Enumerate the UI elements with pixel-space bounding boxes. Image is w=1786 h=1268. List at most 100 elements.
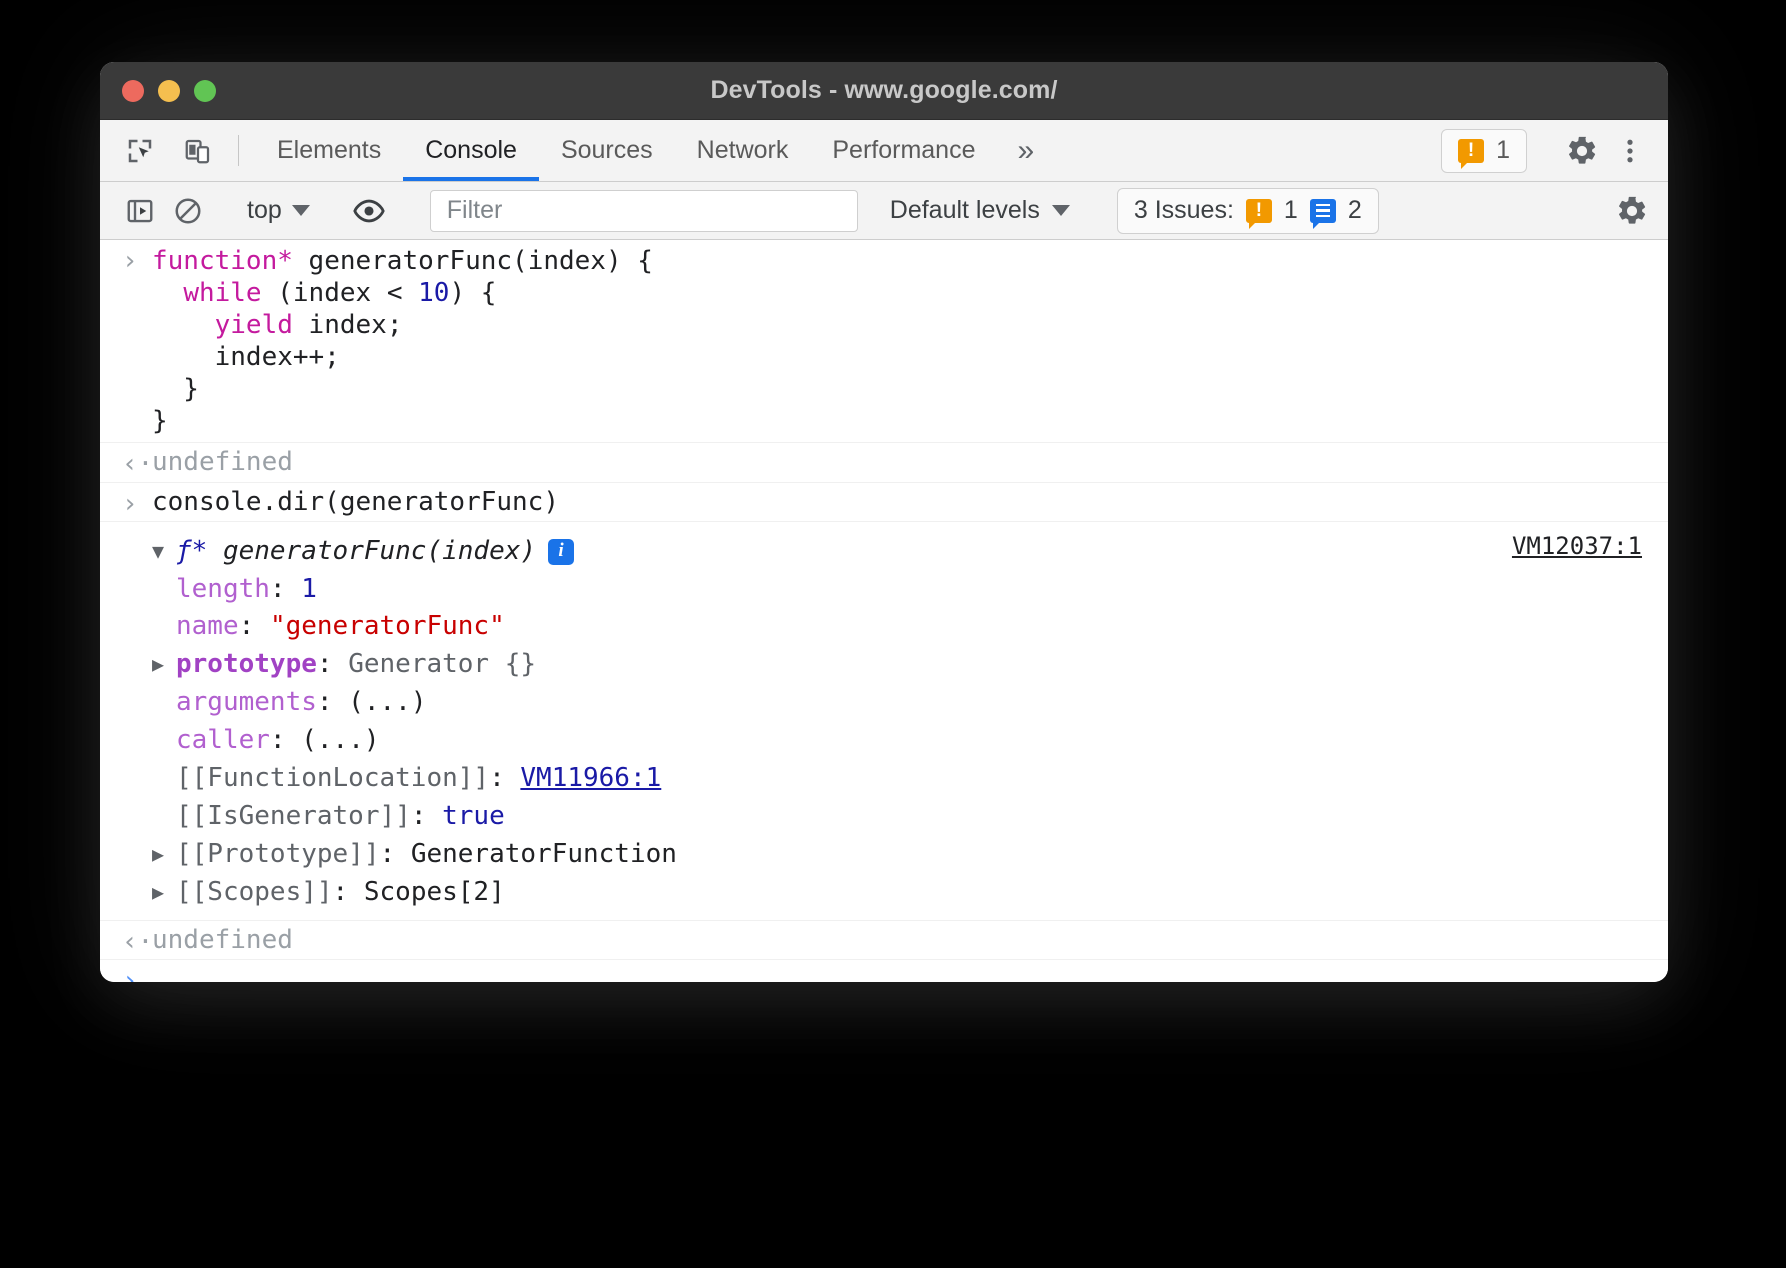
issues-label: 3 Issues: xyxy=(1134,196,1234,225)
property-separator: : xyxy=(380,837,411,873)
window-titlebar: DevTools - www.google.com/ xyxy=(100,62,1668,120)
info-message-icon xyxy=(1310,199,1336,223)
object-property-row[interactable]: arguments: (...) xyxy=(152,684,1668,722)
inspect-element-icon[interactable] xyxy=(118,129,162,173)
log-levels-label: Default levels xyxy=(890,196,1040,225)
window-title: DevTools - www.google.com/ xyxy=(100,76,1668,105)
traffic-lights xyxy=(100,80,216,102)
code-token: 10 xyxy=(418,278,449,308)
input-prompt-icon: › xyxy=(122,968,150,982)
object-property-row[interactable]: [[IsGenerator]]: true xyxy=(152,798,1668,836)
property-separator: : xyxy=(239,609,270,645)
kebab-menu-icon[interactable] xyxy=(1608,129,1652,173)
property-key: [[Scopes]] xyxy=(176,875,333,911)
tabbar-divider xyxy=(238,135,239,166)
property-key: arguments xyxy=(176,685,317,721)
warning-count-badge[interactable]: ! 1 xyxy=(1441,129,1527,173)
input-prompt-icon: › xyxy=(122,491,150,517)
property-separator: : xyxy=(333,875,364,911)
devtools-tabbar: Elements Console Sources Network Perform… xyxy=(100,120,1668,182)
object-property-row[interactable]: name: "generatorFunc" xyxy=(152,608,1668,646)
chevron-right-icon[interactable] xyxy=(152,651,176,679)
result-value: undefined xyxy=(152,448,1668,476)
code-token xyxy=(152,310,215,340)
result-prompt-icon: ‹· xyxy=(122,451,150,477)
object-tree-header[interactable]: ƒ* generatorFunc(index) i xyxy=(152,533,1668,571)
info-icon[interactable]: i xyxy=(548,539,574,565)
property-value: Scopes[2] xyxy=(364,875,505,911)
object-property-row[interactable]: [[Prototype]]: GeneratorFunction xyxy=(152,836,1668,874)
code-token: } xyxy=(152,374,199,404)
minimize-window-button[interactable] xyxy=(158,80,180,102)
code-token: while xyxy=(183,278,261,308)
property-key: [[IsGenerator]] xyxy=(176,799,411,835)
object-property-row[interactable]: [[Scopes]]: Scopes[2] xyxy=(152,874,1668,912)
property-value: (...) xyxy=(348,685,426,721)
search-input[interactable] xyxy=(445,195,843,226)
code-token: index; xyxy=(293,310,403,340)
close-window-button[interactable] xyxy=(122,80,144,102)
more-tabs-button[interactable]: » xyxy=(997,120,1054,181)
console-input-code: function* generatorFunc(index) { while (… xyxy=(152,245,1668,437)
chevron-down-icon[interactable] xyxy=(152,538,176,566)
function-signature-text: generatorFunc(index) xyxy=(223,534,536,570)
tab-network[interactable]: Network xyxy=(675,120,811,181)
tab-console[interactable]: Console xyxy=(403,120,539,181)
object-property-row[interactable]: length: 1 xyxy=(152,571,1668,609)
code-token: (index < xyxy=(262,278,419,308)
screen: DevTools - www.google.com/ xyxy=(0,0,1786,1268)
console-message-list[interactable]: › function* generatorFunc(index) { while… xyxy=(100,240,1668,982)
property-separator: : xyxy=(270,723,301,759)
chevron-right-icon[interactable] xyxy=(152,841,176,869)
property-value-link[interactable]: VM11966:1 xyxy=(520,761,661,797)
console-prompt-row[interactable]: › xyxy=(100,960,1668,982)
property-key: name xyxy=(176,609,239,645)
tab-performance[interactable]: Performance xyxy=(810,120,997,181)
source-location-link[interactable]: VM12037:1 xyxy=(1512,532,1642,560)
filter-input-wrapper[interactable] xyxy=(430,190,858,232)
clear-console-icon[interactable] xyxy=(166,189,210,233)
result-prompt-icon: ‹· xyxy=(122,929,150,955)
live-expression-eye-icon[interactable] xyxy=(347,189,391,233)
property-separator: : xyxy=(270,572,301,608)
tab-elements[interactable]: Elements xyxy=(255,120,403,181)
console-sidebar-icon[interactable] xyxy=(118,189,162,233)
object-property-row[interactable]: prototype: Generator {} xyxy=(152,646,1668,684)
property-key: [[FunctionLocation]] xyxy=(176,761,489,797)
object-property-row[interactable]: [[FunctionLocation]]: VM11966:1 xyxy=(152,760,1668,798)
code-token: function* xyxy=(152,246,293,276)
console-input-message[interactable]: › function* generatorFunc(index) { while… xyxy=(100,240,1668,443)
property-value: 1 xyxy=(301,572,317,608)
chevron-right-icon[interactable] xyxy=(152,879,176,907)
console-result-message: ‹· undefined xyxy=(100,443,1668,482)
console-settings-gear-icon[interactable] xyxy=(1610,189,1654,233)
property-separator: : xyxy=(317,685,348,721)
result-value: undefined xyxy=(152,926,1668,954)
chevron-down-icon xyxy=(1052,205,1070,216)
execution-context-selector[interactable]: top xyxy=(235,196,322,225)
code-token: index++; xyxy=(152,342,340,372)
tab-sources[interactable]: Sources xyxy=(539,120,675,181)
zoom-window-button[interactable] xyxy=(194,80,216,102)
console-result-message: ‹· undefined xyxy=(100,921,1668,960)
object-property-row[interactable]: caller: (...) xyxy=(152,722,1668,760)
code-token xyxy=(152,278,183,308)
warning-icon: ! xyxy=(1246,199,1272,223)
console-object-message[interactable]: VM12037:1 ƒ* generatorFunc(index) i leng… xyxy=(100,522,1668,922)
issues-badge[interactable]: 3 Issues: ! 1 2 xyxy=(1117,188,1379,234)
property-key: [[Prototype]] xyxy=(176,837,380,873)
console-toolbar: top Default levels 3 Issues: ! xyxy=(100,182,1668,240)
property-key: caller xyxy=(176,723,270,759)
device-toolbar-icon[interactable] xyxy=(176,129,220,173)
console-input-code: console.dir(generatorFunc) xyxy=(152,488,1668,516)
issues-info-count: 2 xyxy=(1348,196,1362,225)
code-line: function* generatorFunc(index) { xyxy=(152,245,1648,277)
gear-icon[interactable] xyxy=(1560,129,1604,173)
console-input-message[interactable]: › console.dir(generatorFunc) xyxy=(100,483,1668,522)
property-key: length xyxy=(176,572,270,608)
function-signature xyxy=(207,534,223,570)
issues-warning-count: 1 xyxy=(1284,196,1298,225)
generator-function-glyph: ƒ* xyxy=(176,534,207,570)
log-levels-selector[interactable]: Default levels xyxy=(876,196,1084,225)
code-token: ) { xyxy=(449,278,496,308)
